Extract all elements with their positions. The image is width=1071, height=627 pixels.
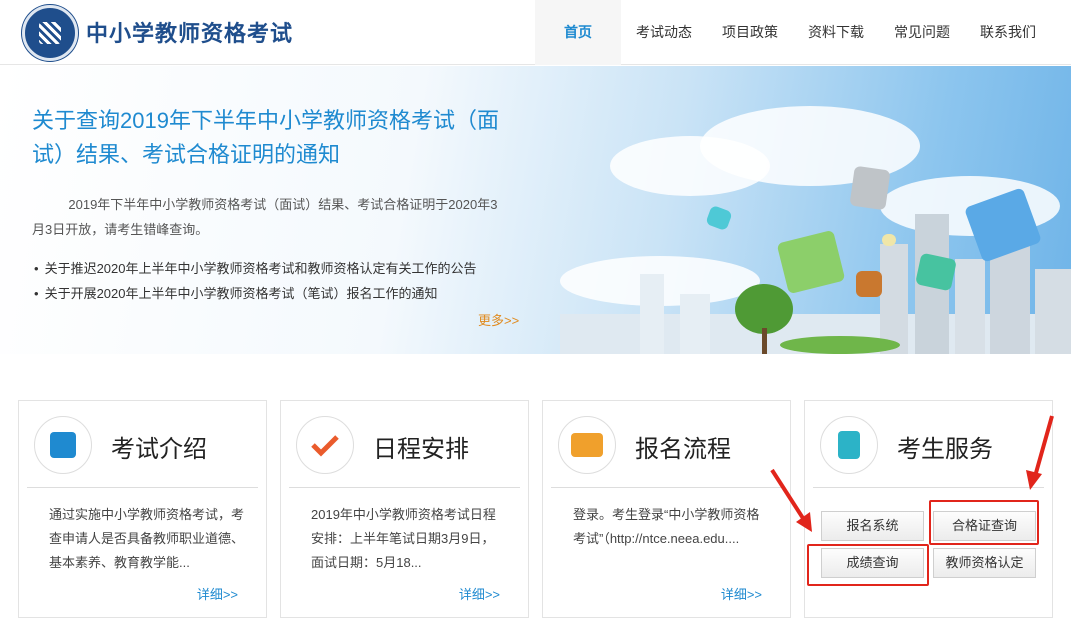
nav-contact[interactable]: 联系我们 <box>965 0 1051 65</box>
divider <box>289 487 520 488</box>
more-news-link[interactable]: 更多>> <box>478 310 519 329</box>
nav-home[interactable]: 首页 <box>535 0 621 65</box>
hero-banner: 关于查询2019年下半年中小学教师资格考试（面试）结果、考试合格证明的通知 20… <box>0 66 1071 354</box>
green-cube-icon <box>776 229 846 295</box>
main-nav: 首页 考试动态 项目政策 资料下载 常见问题 联系我们 <box>535 0 1051 65</box>
red-arrow-icon <box>770 468 812 532</box>
divider <box>551 487 782 488</box>
city-building <box>640 274 664 354</box>
news-item[interactable]: 关于开展2020年上半年中小学教师资格考试（笔试）报名工作的通知 <box>34 281 514 306</box>
site-title[interactable]: 中小学教师资格考试 <box>86 16 293 48</box>
tree-trunk <box>762 328 767 354</box>
yellow-cube-icon <box>882 234 896 246</box>
divider <box>27 487 258 488</box>
nav-downloads[interactable]: 资料下载 <box>793 0 879 65</box>
details-link[interactable]: 详细>> <box>721 584 762 603</box>
red-arrow-icon <box>1026 415 1054 490</box>
site-logo[interactable] <box>22 5 78 61</box>
city-building <box>680 294 710 354</box>
teacher-certification-button[interactable]: 教师资格认定 <box>933 548 1036 578</box>
document-edit-icon <box>34 416 92 474</box>
city-building <box>880 244 908 354</box>
tv-cube-icon <box>856 271 882 297</box>
city-building <box>955 259 985 354</box>
cyan-cube-icon <box>705 204 733 232</box>
news-list: 关于推迟2020年上半年中小学教师资格考试和教师资格认定有关工作的公告 关于开展… <box>34 256 514 306</box>
card-title[interactable]: 报名流程 <box>635 429 731 464</box>
divider <box>813 487 1044 488</box>
checkmark-icon <box>296 416 354 474</box>
nav-policy[interactable]: 项目政策 <box>707 0 793 65</box>
news-item[interactable]: 关于推迟2020年上半年中小学教师资格考试和教师资格认定有关工作的公告 <box>34 256 514 281</box>
registration-system-button[interactable]: 报名系统 <box>821 511 924 541</box>
nav-faq[interactable]: 常见问题 <box>879 0 965 65</box>
card-title[interactable]: 考试介绍 <box>111 429 207 464</box>
city-building <box>1035 269 1071 354</box>
card-summary: 2019年中小学教师资格考试日程安排：上半年笔试日期3月9日，面试日期：5月18… <box>311 507 496 570</box>
nav-exam-news[interactable]: 考试动态 <box>621 0 707 65</box>
tree-icon <box>735 284 793 334</box>
piano-cube-icon <box>849 165 891 211</box>
card-registration-process: 报名流程 登录。考生登录“中小学教师资格考试”（http://ntce.neea… <box>542 400 791 618</box>
details-link[interactable]: 详细>> <box>459 584 500 603</box>
highlight-box <box>929 500 1039 545</box>
details-link[interactable]: 详细>> <box>197 584 238 603</box>
card-summary: 通过实施中小学教师资格考试，考查申请人是否具备教师职业道德、基本素养、教育教学能… <box>49 507 245 570</box>
form-window-icon <box>558 416 616 474</box>
banner-description: 2019年下半年中小学教师资格考试（面试）结果、考试合格证明于2020年3月3日… <box>32 197 498 237</box>
card-schedule: 日程安排 2019年中小学教师资格考试日程安排：上半年笔试日期3月9日，面试日期… <box>280 400 529 618</box>
contact-book-icon <box>820 416 878 474</box>
site-header: 中小学教师资格考试 首页 考试动态 项目政策 资料下载 常见问题 联系我们 <box>0 0 1071 65</box>
banner-headline[interactable]: 关于查询2019年下半年中小学教师资格考试（面试）结果、考试合格证明的通知 <box>32 104 512 172</box>
grass-decoration <box>780 336 900 354</box>
card-title[interactable]: 日程安排 <box>373 429 469 464</box>
highlight-box <box>807 544 929 586</box>
card-title[interactable]: 考生服务 <box>897 429 993 464</box>
card-summary: 登录。考生登录“中小学教师资格考试”（http://ntce.neea.edu.… <box>573 507 760 546</box>
card-exam-intro: 考试介绍 通过实施中小学教师资格考试，考查申请人是否具备教师职业道德、基本素养、… <box>18 400 267 618</box>
